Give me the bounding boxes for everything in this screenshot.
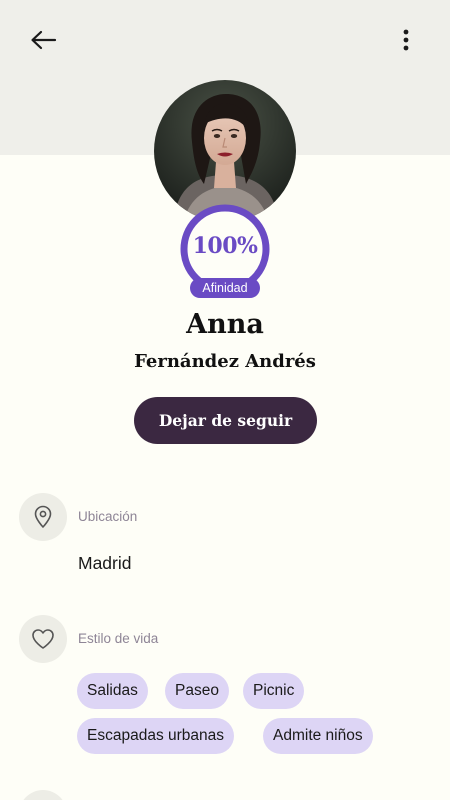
heart-icon (32, 629, 54, 649)
affinity-badge: 100% Afinidad (175, 203, 275, 299)
affinity-label: Afinidad (190, 278, 260, 298)
next-section-icon-circle (19, 790, 67, 800)
more-options-button[interactable] (394, 24, 418, 56)
lifestyle-tag[interactable]: Picnic (243, 673, 305, 709)
location-icon-circle (19, 493, 67, 541)
arrow-left-icon (31, 30, 57, 50)
lifestyle-tag[interactable]: Escapadas urbanas (77, 718, 235, 754)
profile-first-name: Anna (186, 309, 264, 340)
unfollow-button[interactable]: Dejar de seguir (134, 397, 317, 444)
back-button[interactable] (28, 26, 58, 54)
affinity-value: 100% (192, 233, 258, 259)
lifestyle-tag[interactable]: Admite niños (263, 718, 373, 754)
profile-last-name: Fernández Andrés (134, 351, 316, 372)
location-label: Ubicación (78, 509, 138, 524)
lifestyle-label: Estilo de vida (78, 631, 159, 646)
map-pin-icon (34, 505, 52, 528)
lifestyle-tag[interactable]: Paseo (165, 673, 229, 709)
lifestyle-icon-circle (19, 615, 67, 663)
avatar (154, 80, 296, 222)
location-value: Madrid (78, 553, 132, 573)
lifestyle-tag[interactable]: Salidas (77, 673, 148, 709)
more-vertical-icon (403, 29, 409, 51)
